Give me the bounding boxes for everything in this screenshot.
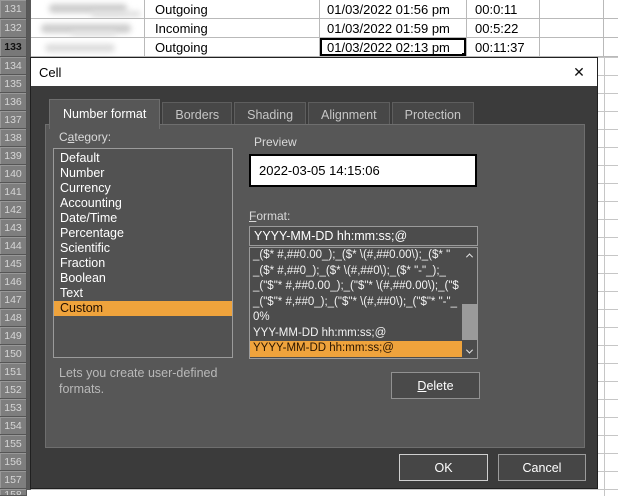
category-item[interactable]: Currency (54, 181, 232, 196)
cell-empty[interactable] (604, 19, 618, 37)
ok-button[interactable]: OK (399, 454, 488, 481)
cell-format-dialog: Cell ✕ Number format Borders Shading Ali… (30, 57, 598, 489)
table-row: Incoming 01/03/2022 01:59 pm 00:5:22 (31, 19, 618, 38)
category-label: Category: (59, 130, 111, 144)
cell-duration[interactable]: 00:11:37 (467, 38, 540, 56)
category-item-selected[interactable]: Custom (54, 301, 232, 316)
row-header-selected[interactable]: 133 (0, 38, 27, 57)
scrollbar-thumb[interactable] (462, 304, 477, 340)
row-header[interactable]: 156 (0, 453, 27, 471)
cell-empty[interactable] (540, 0, 604, 18)
row-header[interactable]: 153 (0, 399, 27, 417)
row-header[interactable]: 139 (0, 147, 27, 165)
dialog-titlebar[interactable]: Cell ✕ (31, 58, 597, 86)
row-header[interactable]: 149 (0, 327, 27, 345)
row-header[interactable]: 157 (0, 471, 27, 489)
category-item[interactable]: Scientific (54, 241, 232, 256)
row-header[interactable]: 142 (0, 201, 27, 219)
scrollbar[interactable] (462, 248, 477, 358)
cell-empty[interactable] (540, 19, 604, 37)
redaction-blur (91, 11, 141, 17)
row-header-column: 131 132 133 134 135 136 137 138 139 140 … (0, 0, 27, 496)
redaction-blur (71, 31, 116, 36)
row-header[interactable]: 148 (0, 309, 27, 327)
redaction-blur (45, 44, 115, 52)
cancel-button[interactable]: Cancel (498, 454, 586, 481)
cell-contact-redacted[interactable] (31, 19, 145, 37)
category-item[interactable]: Date/Time (54, 211, 232, 226)
cell-duration[interactable]: 00:0:11 (467, 0, 540, 18)
table-row-selected: Outgoing 01/03/2022 02:13 pm 00:11:37 (31, 38, 618, 57)
row-header[interactable]: 144 (0, 237, 27, 255)
row-header[interactable]: 152 (0, 381, 27, 399)
row-header[interactable]: 138 (0, 129, 27, 147)
format-option[interactable]: _("$"* #,##0_);_("$"* \(#,##0\);_("$"* "… (250, 295, 477, 311)
category-item[interactable]: Number (54, 166, 232, 181)
format-option[interactable]: YYY-MM-DD hh:mm:ss;@ (250, 326, 477, 342)
cell-contact-redacted[interactable] (31, 0, 145, 18)
row-header[interactable]: 132 (0, 19, 27, 38)
cell-timestamp[interactable]: 01/03/2022 01:56 pm (320, 0, 467, 18)
number-format-panel: Category: Default Number Currency Accoun… (45, 124, 585, 448)
row-header[interactable]: 137 (0, 111, 27, 129)
scroll-down-icon[interactable] (462, 344, 477, 358)
selected-cell-value: 01/03/2022 02:13 pm (327, 40, 450, 55)
format-label: Format: (249, 209, 290, 223)
category-item[interactable]: Text (54, 286, 232, 301)
grid-vertical-line (604, 0, 605, 496)
category-listbox[interactable]: Default Number Currency Accounting Date/… (53, 148, 233, 358)
delete-button[interactable]: Delete (391, 372, 480, 399)
preview-box: 2022-03-05 14:15:06 (249, 154, 477, 187)
preview-label: Preview (254, 135, 297, 149)
row-header[interactable]: 134 (0, 57, 27, 75)
category-description: Lets you create user-defined formats. (59, 365, 269, 397)
cell-empty[interactable] (604, 38, 618, 56)
scroll-up-icon[interactable] (462, 248, 477, 262)
category-item[interactable]: Accounting (54, 196, 232, 211)
row-header[interactable]: 140 (0, 165, 27, 183)
row-header[interactable]: 135 (0, 75, 27, 93)
row-header[interactable]: 143 (0, 219, 27, 237)
format-option[interactable]: _("$"* #,##0.00_);_("$"* \(#,##0.00\);_(… (250, 279, 477, 295)
format-input[interactable] (249, 226, 478, 246)
category-item[interactable]: Fraction (54, 256, 232, 271)
row-header[interactable]: 147 (0, 291, 27, 309)
row-header[interactable]: 136 (0, 93, 27, 111)
row-header[interactable]: 155 (0, 435, 27, 453)
category-item[interactable]: Boolean (54, 271, 232, 286)
cell-duration[interactable]: 00:5:22 (467, 19, 540, 37)
row-header[interactable]: 146 (0, 273, 27, 291)
category-item[interactable]: Percentage (54, 226, 232, 241)
cell-direction[interactable]: Outgoing (145, 0, 320, 18)
format-option[interactable]: _($* #,##0.00_);_($* \(#,##0.00\);_($* " (250, 248, 477, 264)
format-option-selected[interactable]: YYYY-MM-DD hh:mm:ss;@ (250, 341, 477, 357)
row-header[interactable]: 141 (0, 183, 27, 201)
cell-timestamp[interactable]: 01/03/2022 01:59 pm (320, 19, 467, 37)
category-item[interactable]: Default (54, 151, 232, 166)
tab-number-format[interactable]: Number format (49, 99, 160, 129)
close-icon[interactable]: ✕ (567, 61, 591, 83)
dialog-title: Cell (39, 65, 61, 80)
cell-direction[interactable]: Outgoing (145, 38, 320, 56)
row-header[interactable]: 158 (0, 489, 27, 496)
cell-empty[interactable] (540, 38, 604, 56)
cell-contact-redacted[interactable] (31, 38, 145, 56)
format-listbox[interactable]: _($* #,##0.00_);_($* \(#,##0.00\);_($* "… (249, 247, 478, 359)
row-header[interactable]: 145 (0, 255, 27, 273)
row-header[interactable]: 131 (0, 0, 27, 19)
format-option[interactable]: 0% (250, 310, 477, 326)
cell-timestamp-selected[interactable]: 01/03/2022 02:13 pm (320, 38, 467, 56)
format-option[interactable]: _($* #,##0_);_($* \(#,##0\);_($* "-"_);_ (250, 264, 477, 280)
row-header[interactable]: 151 (0, 363, 27, 381)
row-header[interactable]: 154 (0, 417, 27, 435)
row-header[interactable]: 150 (0, 345, 27, 363)
table-row: Outgoing 01/03/2022 01:56 pm 00:0:11 (31, 0, 618, 19)
cell-direction[interactable]: Incoming (145, 19, 320, 37)
spreadsheet-rows: Outgoing 01/03/2022 01:56 pm 00:0:11 Inc… (31, 0, 618, 57)
cell-empty[interactable] (604, 0, 618, 18)
